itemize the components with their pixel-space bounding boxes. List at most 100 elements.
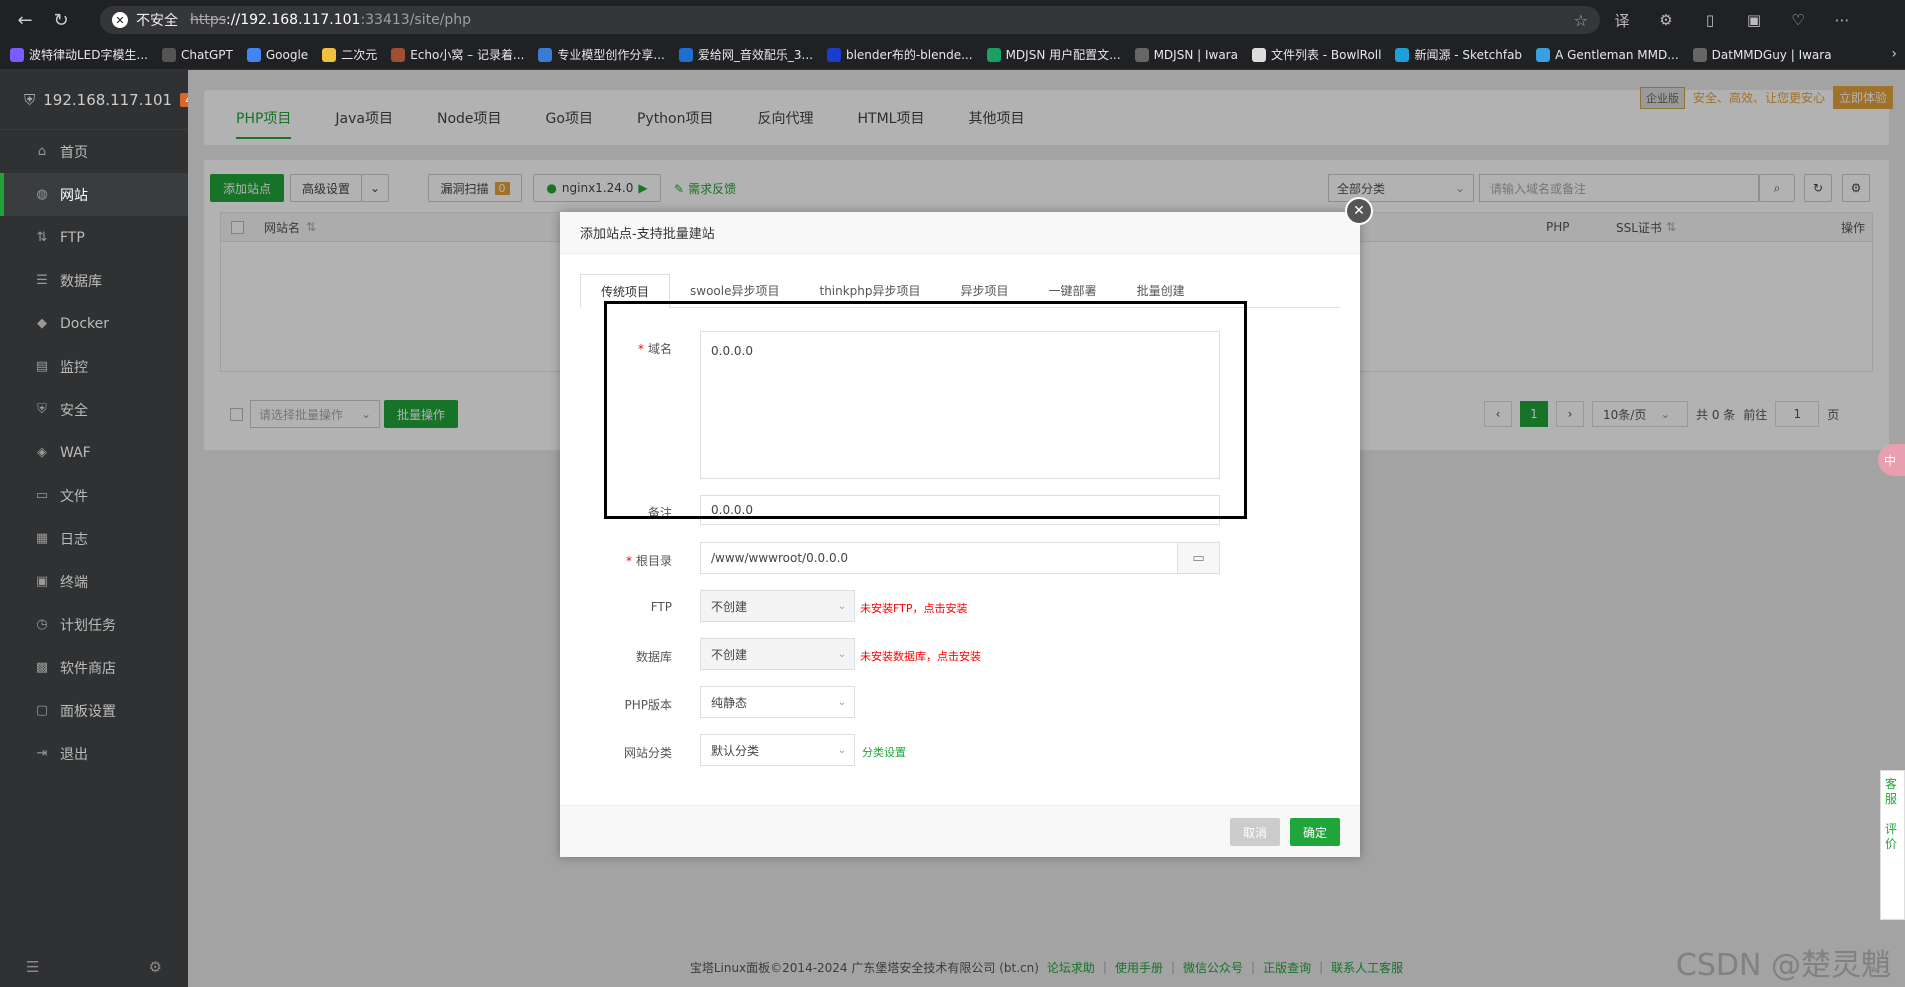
panel-logo-icon: ⛨ [24, 90, 36, 109]
site-category-row: 网站分类 [560, 744, 1360, 761]
sidebar-item-2[interactable]: ◍ 网站 [0, 173, 188, 216]
site-category-label: 网站分类 [623, 746, 672, 760]
folder-icon[interactable]: ▭ [1177, 542, 1220, 574]
sidebar: ⛨ 192.168.117.101 4 ⌂首页◍网站⇅FTP☰数据库◆Docke… [0, 70, 198, 987]
docker-icon: ◆ [37, 316, 47, 331]
bookmark-item[interactable]: 新闻源 - Sketchfab [1395, 46, 1522, 63]
customer-service-widget[interactable]: 客服 评价 [1880, 770, 1905, 920]
reload-icon[interactable]: ↻ [46, 5, 76, 35]
bookmark-item[interactable]: 二次元 [322, 46, 377, 63]
extensions-icon[interactable]: ⚙ [1654, 8, 1678, 32]
site-category-select[interactable]: 默认分类 ⌄ [700, 734, 855, 766]
ftp-select[interactable]: 不创建 ⌄ [700, 590, 855, 622]
split-screen-icon[interactable]: ▯ [1698, 8, 1722, 32]
floating-widget[interactable]: 中 [1878, 444, 1905, 476]
sidebar-item-14[interactable]: ▢ 面板设置 [0, 689, 188, 732]
bookmark-favicon-icon [246, 47, 261, 62]
close-icon[interactable]: ✕ [1345, 197, 1373, 225]
collections-icon[interactable]: ▣ [1742, 8, 1766, 32]
confirm-button[interactable]: 确定 [1290, 818, 1340, 846]
sidebar-item-12[interactable]: ◷ 计划任务 [0, 603, 188, 646]
logout-icon: ⇥ [36, 746, 48, 761]
sidebar-item-4[interactable]: ☰ 数据库 [0, 259, 188, 302]
sidebar-item-8[interactable]: ◈ WAF [0, 431, 188, 474]
folder-icon: ▭ [35, 488, 49, 503]
sidebar-item-3[interactable]: ⇅ FTP [0, 216, 188, 259]
bookmark-favicon-icon [161, 47, 176, 62]
collapse-menu-icon[interactable]: ☰ [26, 958, 39, 976]
bookmarks-overflow-icon[interactable]: › [1891, 46, 1897, 62]
settings-icon: ▢ [35, 703, 49, 718]
sidebar-item-11[interactable]: ▣ 终端 [0, 560, 188, 603]
ftp-install-link[interactable]: 未安装FTP，点击安装 [860, 600, 968, 616]
store-icon: ▩ [35, 660, 49, 675]
sidebar-item-5[interactable]: ◆ Docker [0, 302, 188, 345]
bookmark-item[interactable]: blender布的-blende... [826, 46, 973, 63]
cancel-button[interactable]: 取消 [1230, 818, 1280, 846]
shield-icon: ⛨ [37, 402, 47, 417]
database-label: 数据库 [635, 650, 672, 664]
sidebar-item-6[interactable]: ▤ 监控 [0, 345, 188, 388]
bookmark-favicon-icon [1692, 47, 1707, 62]
database-install-link[interactable]: 未安装数据库，点击安装 [860, 648, 981, 664]
bookmark-item[interactable]: 专业模型创作分享... [538, 46, 665, 63]
watermark: CSDN @楚灵魈 [1675, 948, 1891, 983]
bookmark-item[interactable]: 波特律动LED字模生... [10, 46, 148, 63]
bookmark-item[interactable]: A Gentleman MMD... [1536, 47, 1679, 62]
back-icon[interactable]: ← [10, 5, 40, 35]
ftp-label: FTP [650, 600, 672, 614]
sidebar-item-13[interactable]: ▩ 软件商店 [0, 646, 188, 689]
bookmark-favicon-icon [678, 47, 693, 62]
database-select[interactable]: 不创建 ⌄ [700, 638, 855, 670]
bookmark-item[interactable]: Echo小窝 – 记录着... [391, 46, 524, 63]
more-menu-icon[interactable]: ⋯ [1830, 8, 1854, 32]
address-bar[interactable]: ✕ 不安全 https ://192.168.117.101 :33413/si… [100, 6, 1600, 34]
bookmark-item[interactable]: DatMMDGuy | Iwara [1692, 47, 1832, 62]
waf-icon: ◈ [37, 445, 47, 460]
root-dir-input[interactable]: /www/wwwroot/0.0.0.0 [700, 542, 1178, 574]
monitor-icon: ▤ [35, 359, 49, 374]
sidebar-settings-icon[interactable]: ⚙ [149, 958, 162, 976]
dialog-title: 添加站点-支持批量建站 [560, 212, 1360, 254]
bookmark-favicon-icon [1134, 47, 1149, 62]
browser-toolbar: ← ↻ ✕ 不安全 https ://192.168.117.101 :3341… [0, 0, 1905, 40]
home-icon: ⌂ [37, 144, 47, 159]
annotation-box [604, 301, 1247, 519]
chevron-down-icon: ⌄ [837, 600, 846, 612]
dialog-footer: 取消 确定 [560, 805, 1360, 857]
ftp-icon: ⇅ [36, 230, 48, 245]
sidebar-item-1[interactable]: ⌂ 首页 [0, 130, 188, 173]
bookmark-item[interactable]: 文件列表 - BowlRoll [1251, 46, 1381, 63]
php-version-select[interactable]: 纯静态 ⌄ [700, 686, 855, 718]
performance-icon[interactable]: ♡ [1786, 8, 1810, 32]
bookmark-item[interactable]: MDJSN 用户配置文... [986, 46, 1121, 63]
sidebar-item-9[interactable]: ▭ 文件 [0, 474, 188, 517]
bookmark-favicon-icon [322, 47, 337, 62]
url-host: ://192.168.117.101 [226, 12, 361, 28]
database-icon: ☰ [36, 273, 48, 288]
bookmark-favicon-icon [826, 47, 841, 62]
bookmark-favicon-icon [1536, 47, 1551, 62]
bookmark-favicon-icon [1251, 47, 1266, 62]
bookmark-item[interactable]: 爱给网_音效配乐_3... [678, 46, 813, 63]
sidebar-item-10[interactable]: ▦ 日志 [0, 517, 188, 560]
bookmark-item[interactable]: ChatGPT [161, 47, 233, 62]
bookmark-favicon-icon [391, 47, 406, 62]
chevron-down-icon: ⌄ [837, 648, 846, 660]
root-label: 根目录 [635, 554, 672, 568]
server-host[interactable]: ⛨ 192.168.117.101 4 [0, 70, 198, 130]
category-settings-link[interactable]: 分类设置 [862, 744, 906, 760]
chevron-down-icon: ⌄ [837, 696, 846, 708]
sidebar-item-7[interactable]: ⛨ 安全 [0, 388, 188, 431]
translate-icon[interactable]: 译 [1610, 8, 1634, 32]
log-icon: ▦ [35, 531, 49, 546]
security-indicator[interactable]: ✕ 不安全 [112, 10, 178, 30]
globe-icon: ◍ [36, 187, 48, 202]
service-label: 客服 [1885, 777, 1898, 806]
bookmark-item[interactable]: Google [246, 47, 308, 62]
clock-icon: ◷ [36, 617, 48, 632]
sidebar-item-15[interactable]: ⇥ 退出 [0, 732, 188, 775]
bookmarks-bar: 波特律动LED字模生... ChatGPT Google 二次元 Echo小窝 – 记录… [0, 40, 1905, 70]
bookmark-item[interactable]: MDJSN | Iwara [1134, 47, 1238, 62]
bookmark-star-icon[interactable]: ☆ [1574, 11, 1588, 30]
